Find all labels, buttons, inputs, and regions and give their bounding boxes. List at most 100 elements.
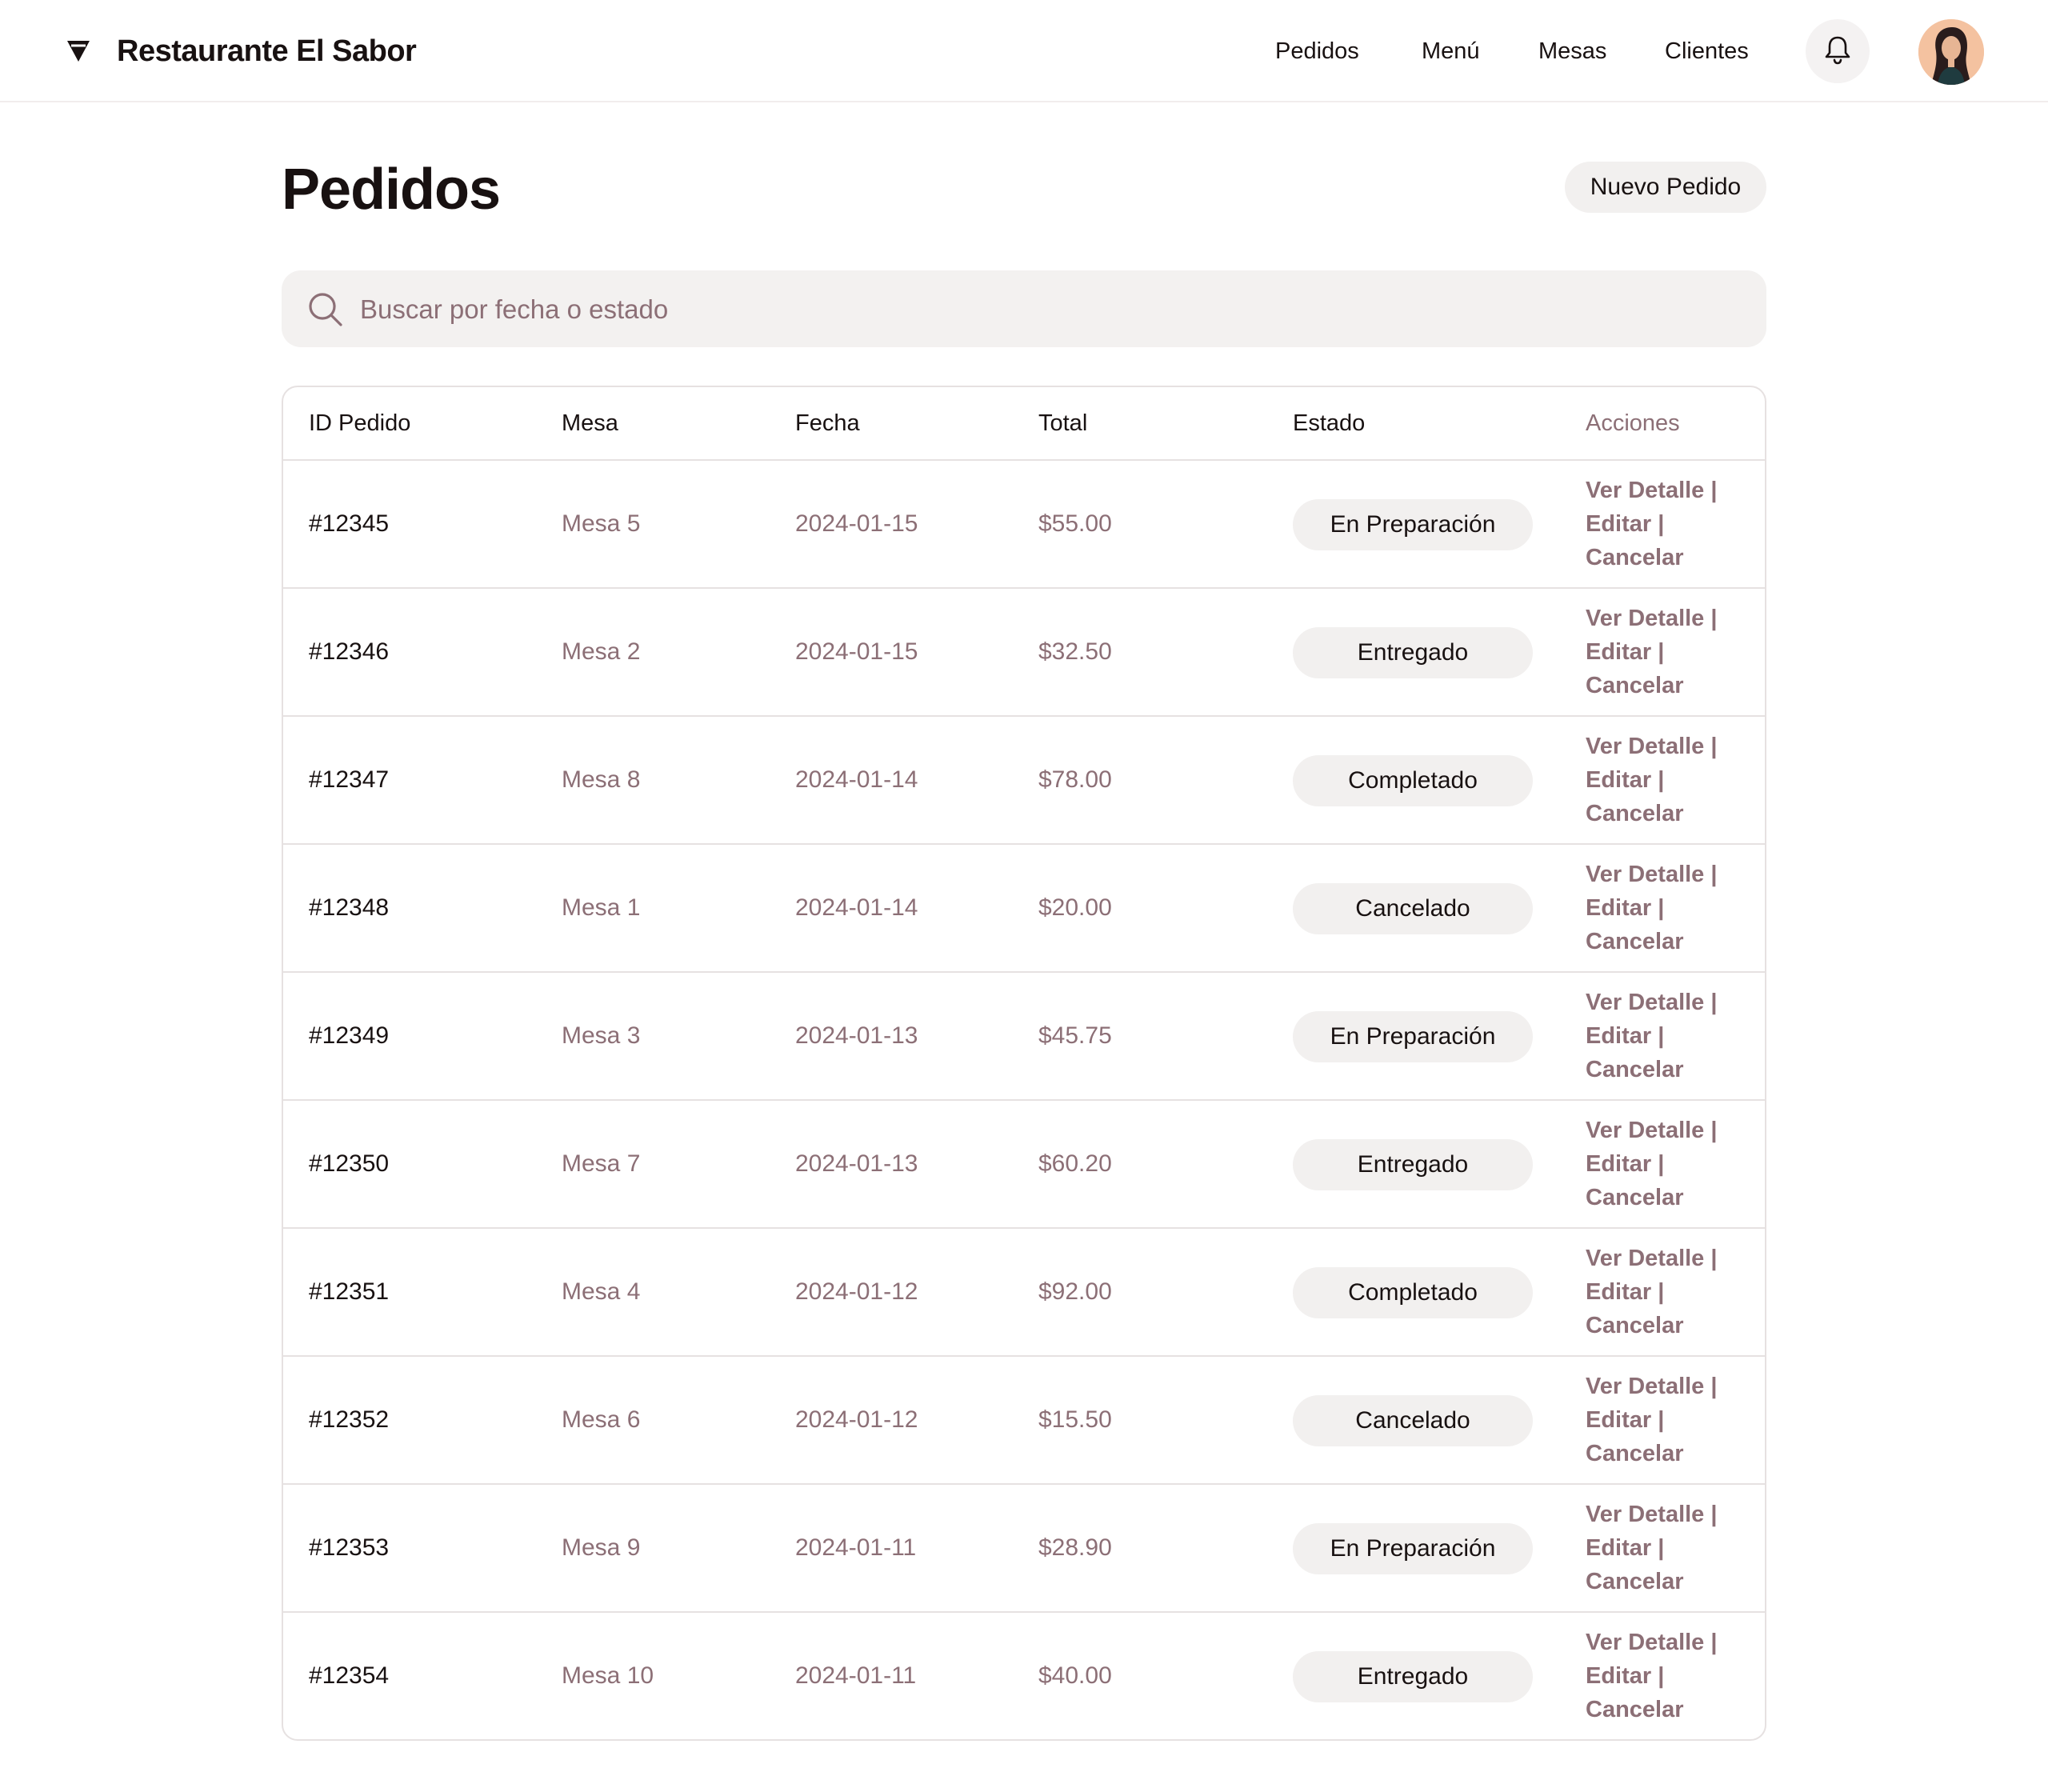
table-row: #12354 Mesa 10 2024-01-11 $40.00 Entregado Ve… [283, 1613, 1765, 1739]
user-avatar[interactable] [1918, 19, 1984, 85]
table-row: #12350 Mesa 7 2024-01-13 $60.20 Entregado Ver… [283, 1101, 1765, 1229]
brand-name: Restaurante El Sabor [117, 34, 417, 68]
order-mesa: Mesa 4 [562, 1278, 641, 1305]
status-badge: Entregado [1293, 627, 1533, 678]
cancel-link[interactable]: Cancelar [1586, 1309, 1746, 1342]
brand[interactable]: Restaurante El Sabor [62, 29, 417, 74]
cancel-link[interactable]: Cancelar [1586, 1181, 1746, 1214]
order-fecha: 2024-01-11 [795, 1662, 917, 1689]
row-actions: Ver Detalle | Editar | Cancelar [1586, 602, 1746, 702]
order-fecha: 2024-01-15 [795, 638, 918, 665]
order-total: $20.00 [1038, 894, 1112, 921]
nav-item-clientes[interactable]: Clientes [1665, 32, 1749, 70]
row-actions: Ver Detalle | Editar | Cancelar [1586, 1626, 1746, 1726]
table-row: #12353 Mesa 9 2024-01-11 $28.90 En Preparaci… [283, 1485, 1765, 1613]
new-order-button[interactable]: Nuevo Pedido [1565, 162, 1766, 213]
order-fecha: 2024-01-12 [795, 1278, 918, 1305]
status-badge: Cancelado [1293, 1395, 1533, 1446]
view-detail-link[interactable]: Ver Detalle | [1586, 1626, 1746, 1659]
table-row: #12352 Mesa 6 2024-01-12 $15.50 Cancelado Ver… [283, 1357, 1765, 1485]
table-row: #12351 Mesa 4 2024-01-12 $92.00 Completado Ve… [283, 1229, 1765, 1357]
order-id: #12346 [309, 638, 390, 665]
column-header-total: Total [1038, 410, 1088, 436]
order-total: $40.00 [1038, 1662, 1112, 1689]
order-id: #12353 [309, 1534, 390, 1561]
status-badge: Entregado [1293, 1651, 1533, 1702]
notifications-button[interactable] [1806, 19, 1870, 83]
order-id: #12347 [309, 766, 390, 793]
nav-item-menu[interactable]: Menú [1422, 32, 1480, 70]
row-actions: Ver Detalle | Editar | Cancelar [1586, 730, 1746, 830]
view-detail-link[interactable]: Ver Detalle | [1586, 1242, 1746, 1275]
table-row: #12349 Mesa 3 2024-01-13 $45.75 En Preparaci… [283, 973, 1765, 1101]
nav-item-pedidos[interactable]: Pedidos [1275, 32, 1359, 70]
status-badge: En Preparación [1293, 1011, 1533, 1062]
cancel-link[interactable]: Cancelar [1586, 1565, 1746, 1598]
order-total: $60.20 [1038, 1150, 1112, 1177]
view-detail-link[interactable]: Ver Detalle | [1586, 1114, 1746, 1147]
order-fecha: 2024-01-13 [795, 1150, 918, 1177]
view-detail-link[interactable]: Ver Detalle | [1586, 474, 1746, 507]
status-badge: Entregado [1293, 1139, 1533, 1190]
cancel-link[interactable]: Cancelar [1586, 925, 1746, 958]
order-total: $78.00 [1038, 766, 1112, 793]
row-actions: Ver Detalle | Editar | Cancelar [1586, 1242, 1746, 1342]
order-mesa: Mesa 3 [562, 1022, 641, 1049]
orders-table: ID Pedido Mesa Fecha Total Estado Accion… [282, 386, 1766, 1741]
edit-link[interactable]: Editar | [1586, 891, 1746, 925]
table-row: #12346 Mesa 2 2024-01-15 $32.50 Entregado Ver… [283, 589, 1765, 717]
status-badge: En Preparación [1293, 499, 1533, 550]
order-mesa: Mesa 9 [562, 1534, 641, 1561]
order-mesa: Mesa 8 [562, 766, 641, 793]
order-total: $28.90 [1038, 1534, 1112, 1561]
view-detail-link[interactable]: Ver Detalle | [1586, 730, 1746, 763]
order-id: #12350 [309, 1150, 390, 1177]
edit-link[interactable]: Editar | [1586, 635, 1746, 669]
view-detail-link[interactable]: Ver Detalle | [1586, 1370, 1746, 1403]
cancel-link[interactable]: Cancelar [1586, 1053, 1746, 1086]
order-total: $92.00 [1038, 1278, 1112, 1305]
order-total: $45.75 [1038, 1022, 1112, 1049]
diamond-logo-icon [62, 35, 94, 67]
cancel-link[interactable]: Cancelar [1586, 1693, 1746, 1726]
order-fecha: 2024-01-14 [795, 766, 918, 793]
row-actions: Ver Detalle | Editar | Cancelar [1586, 474, 1746, 574]
column-header-fecha: Fecha [795, 410, 860, 436]
edit-link[interactable]: Editar | [1586, 1275, 1746, 1309]
order-id: #12345 [309, 510, 390, 537]
table-row: #12347 Mesa 8 2024-01-14 $78.00 Completado Ve… [283, 717, 1765, 845]
edit-link[interactable]: Editar | [1586, 1403, 1746, 1437]
view-detail-link[interactable]: Ver Detalle | [1586, 858, 1746, 891]
nav-item-mesas[interactable]: Mesas [1538, 32, 1606, 70]
row-actions: Ver Detalle | Editar | Cancelar [1586, 1370, 1746, 1470]
cancel-link[interactable]: Cancelar [1586, 1437, 1746, 1470]
row-actions: Ver Detalle | Editar | Cancelar [1586, 858, 1746, 958]
order-id: #12352 [309, 1406, 390, 1433]
cancel-link[interactable]: Cancelar [1586, 541, 1746, 574]
edit-link[interactable]: Editar | [1586, 1019, 1746, 1053]
edit-link[interactable]: Editar | [1586, 1659, 1746, 1693]
view-detail-link[interactable]: Ver Detalle | [1586, 1498, 1746, 1531]
search-icon [307, 291, 344, 328]
search-bar[interactable] [282, 270, 1766, 349]
view-detail-link[interactable]: Ver Detalle | [1586, 602, 1746, 635]
status-badge: En Preparación [1293, 1523, 1533, 1574]
order-fecha: 2024-01-14 [795, 894, 918, 921]
cancel-link[interactable]: Cancelar [1586, 797, 1746, 830]
status-badge: Cancelado [1293, 883, 1533, 934]
order-fecha: 2024-01-13 [795, 1022, 918, 1049]
row-actions: Ver Detalle | Editar | Cancelar [1586, 1114, 1746, 1214]
edit-link[interactable]: Editar | [1586, 1531, 1746, 1565]
order-id: #12354 [309, 1662, 390, 1689]
search-input[interactable] [358, 270, 1722, 349]
edit-link[interactable]: Editar | [1586, 1147, 1746, 1181]
order-total: $15.50 [1038, 1406, 1112, 1433]
view-detail-link[interactable]: Ver Detalle | [1586, 986, 1746, 1019]
row-actions: Ver Detalle | Editar | Cancelar [1586, 1498, 1746, 1598]
column-header-estado: Estado [1293, 410, 1366, 436]
cancel-link[interactable]: Cancelar [1586, 669, 1746, 702]
edit-link[interactable]: Editar | [1586, 763, 1746, 797]
status-badge: Completado [1293, 1267, 1533, 1318]
edit-link[interactable]: Editar | [1586, 507, 1746, 541]
row-actions: Ver Detalle | Editar | Cancelar [1586, 986, 1746, 1086]
